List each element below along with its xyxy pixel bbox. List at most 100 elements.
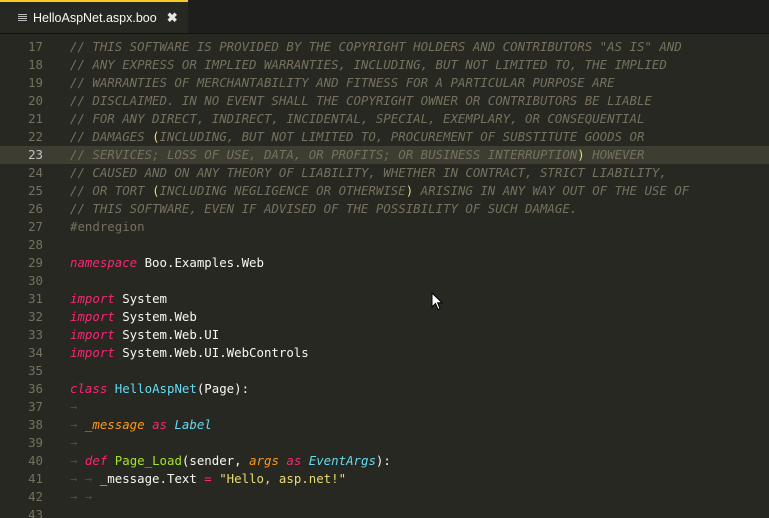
code-line[interactable]: 22 // DAMAGES (INCLUDING, BUT NOT LIMITED… [0,128,769,146]
code-token: System.Web.UI.WebControls [114,345,309,360]
close-icon[interactable]: ✖ [167,10,178,26]
code-token: // THIS SOFTWARE IS PROVIDED BY THE COPY… [70,39,682,54]
line-number: 22 [28,129,43,144]
code-line[interactable]: 18 // ANY EXPRESS OR IMPLIED WARRANTIES, … [0,56,769,74]
line-number: 42 [28,489,43,504]
code-line[interactable]: 19 // WARRANTIES OF MERCHANTABILITY AND F… [0,74,769,92]
line-code: class HelloAspNet(Page): [70,380,249,398]
code-token: → [70,417,85,432]
line-number: 25 [28,183,43,198]
line-code: // WARRANTIES OF MERCHANTABILITY AND FIT… [70,74,615,92]
code-token: // SERVICES; LOSS OF USE, DATA, OR PROFI… [70,147,578,162]
code-token: (Page): [196,381,250,396]
code-line[interactable]: 21 // FOR ANY DIRECT, INDIRECT, INCIDENTA… [0,110,769,128]
code-token: → [70,435,78,450]
code-token: class [70,381,108,396]
line-number: 43 [28,507,43,518]
line-number: 26 [28,201,43,216]
code-line[interactable]: 40 → def Page_Load(sender, args as EventA… [0,452,769,470]
line-number: 17 [28,39,43,54]
code-token: → → [70,489,93,504]
code-line[interactable]: 43 [0,506,769,518]
code-token: Page_Load [114,453,182,468]
line-code: → → [70,488,92,506]
code-token: _message.Text [99,471,205,486]
code-token: // THIS SOFTWARE, EVEN IF ADVISED OF THE… [70,201,578,216]
code-token: = [204,471,212,486]
line-code: // DAMAGES (INCLUDING, BUT NOT LIMITED T… [70,128,644,146]
code-line[interactable]: 24 // CAUSED AND ON ANY THEORY OF LIABILI… [0,164,769,182]
code-token: namespace [70,255,138,270]
code-line[interactable]: 26 // THIS SOFTWARE, EVEN IF ADVISED OF T… [0,200,769,218]
code-token: ) [577,147,585,162]
code-token: def [84,453,108,468]
code-token: ): [375,453,391,468]
line-number: 37 [28,399,43,414]
line-number: 32 [28,309,43,324]
code-line[interactable]: 34 import System.Web.UI.WebControls [0,344,769,362]
line-number: 23 [28,147,43,162]
line-code: → [70,398,77,416]
code-line[interactable]: 27 #endregion [0,218,769,236]
code-line[interactable]: 38 → _message as Label [0,416,769,434]
line-number: 27 [28,219,43,234]
line-code: // THIS SOFTWARE IS PROVIDED BY THE COPY… [70,38,682,56]
line-code: import System.Web [70,308,197,326]
line-number: 34 [28,345,43,360]
line-code: // SERVICES; LOSS OF USE, DATA, OR PROFI… [70,146,644,164]
code-line[interactable]: 20 // DISCLAIMED. IN NO EVENT SHALL THE C… [0,92,769,110]
code-line[interactable]: 37 → [0,398,769,416]
line-number: 31 [28,291,43,306]
code-token: // OR TORT [70,183,153,198]
line-code: → _message as Label [70,416,212,434]
code-token: as [152,417,167,432]
code-line[interactable]: 17 // THIS SOFTWARE IS PROVIDED BY THE CO… [0,38,769,56]
code-token: ( [152,183,160,198]
line-code: // FOR ANY DIRECT, INDIRECT, INCIDENTAL,… [70,110,644,128]
line-number: 39 [28,435,43,450]
code-token: // FOR ANY DIRECT, INDIRECT, INCIDENTAL,… [70,111,645,126]
line-number: 30 [28,273,43,288]
code-line[interactable]: 36 class HelloAspNet(Page): [0,380,769,398]
code-line[interactable]: 39 → [0,434,769,452]
line-code: namespace Boo.Examples.Web [70,254,264,272]
code-token: (sender, [181,453,250,468]
tab-bar: HelloAspNet.aspx.boo ✖ [0,0,769,34]
code-token: ( [152,129,160,144]
code-line[interactable]: 30 [0,272,769,290]
line-code: // ANY EXPRESS OR IMPLIED WARRANTIES, IN… [70,56,667,74]
line-code: // THIS SOFTWARE, EVEN IF ADVISED OF THE… [70,200,577,218]
code-line[interactable]: 42 → → [0,488,769,506]
line-code: import System [70,290,167,308]
code-token: import [70,291,115,306]
line-number: 36 [28,381,43,396]
code-token: #endregion [70,219,145,234]
code-line[interactable]: 32 import System.Web [0,308,769,326]
code-line[interactable]: 23 // SERVICES; LOSS OF USE, DATA, OR PRO… [0,146,769,164]
code-line[interactable]: 28 [0,236,769,254]
code-line[interactable]: 41 → → _message.Text = "Hello, asp.net!" [0,470,769,488]
line-code: import System.Web.UI [70,326,219,344]
tab-helloaspnet[interactable]: HelloAspNet.aspx.boo ✖ [0,0,188,33]
code-token: import [70,327,115,342]
line-code: import System.Web.UI.WebControls [70,344,309,362]
code-token: INCLUDING NEGLIGENCE OR OTHERWISE [159,183,406,198]
code-line[interactable]: 25 // OR TORT (INCLUDING NEGLIGENCE OR OT… [0,182,769,200]
code-editor[interactable]: 17 // THIS SOFTWARE IS PROVIDED BY THE CO… [0,37,769,518]
code-token: as [286,453,302,468]
line-number: 21 [28,111,43,126]
line-number: 35 [28,363,43,378]
code-token: // WARRANTIES OF MERCHANTABILITY AND FIT… [70,75,615,90]
code-token: System [114,291,167,306]
code-line[interactable]: 33 import System.Web.UI [0,326,769,344]
code-token: "Hello, asp.net!" [219,471,347,486]
code-token: _message [84,417,145,432]
code-line[interactable]: 35 [0,362,769,380]
code-token: HOWEVER [584,147,645,162]
code-line[interactable]: 31 import System [0,290,769,308]
code-line[interactable]: 29 namespace Boo.Examples.Web [0,254,769,272]
line-number: 41 [28,471,43,486]
